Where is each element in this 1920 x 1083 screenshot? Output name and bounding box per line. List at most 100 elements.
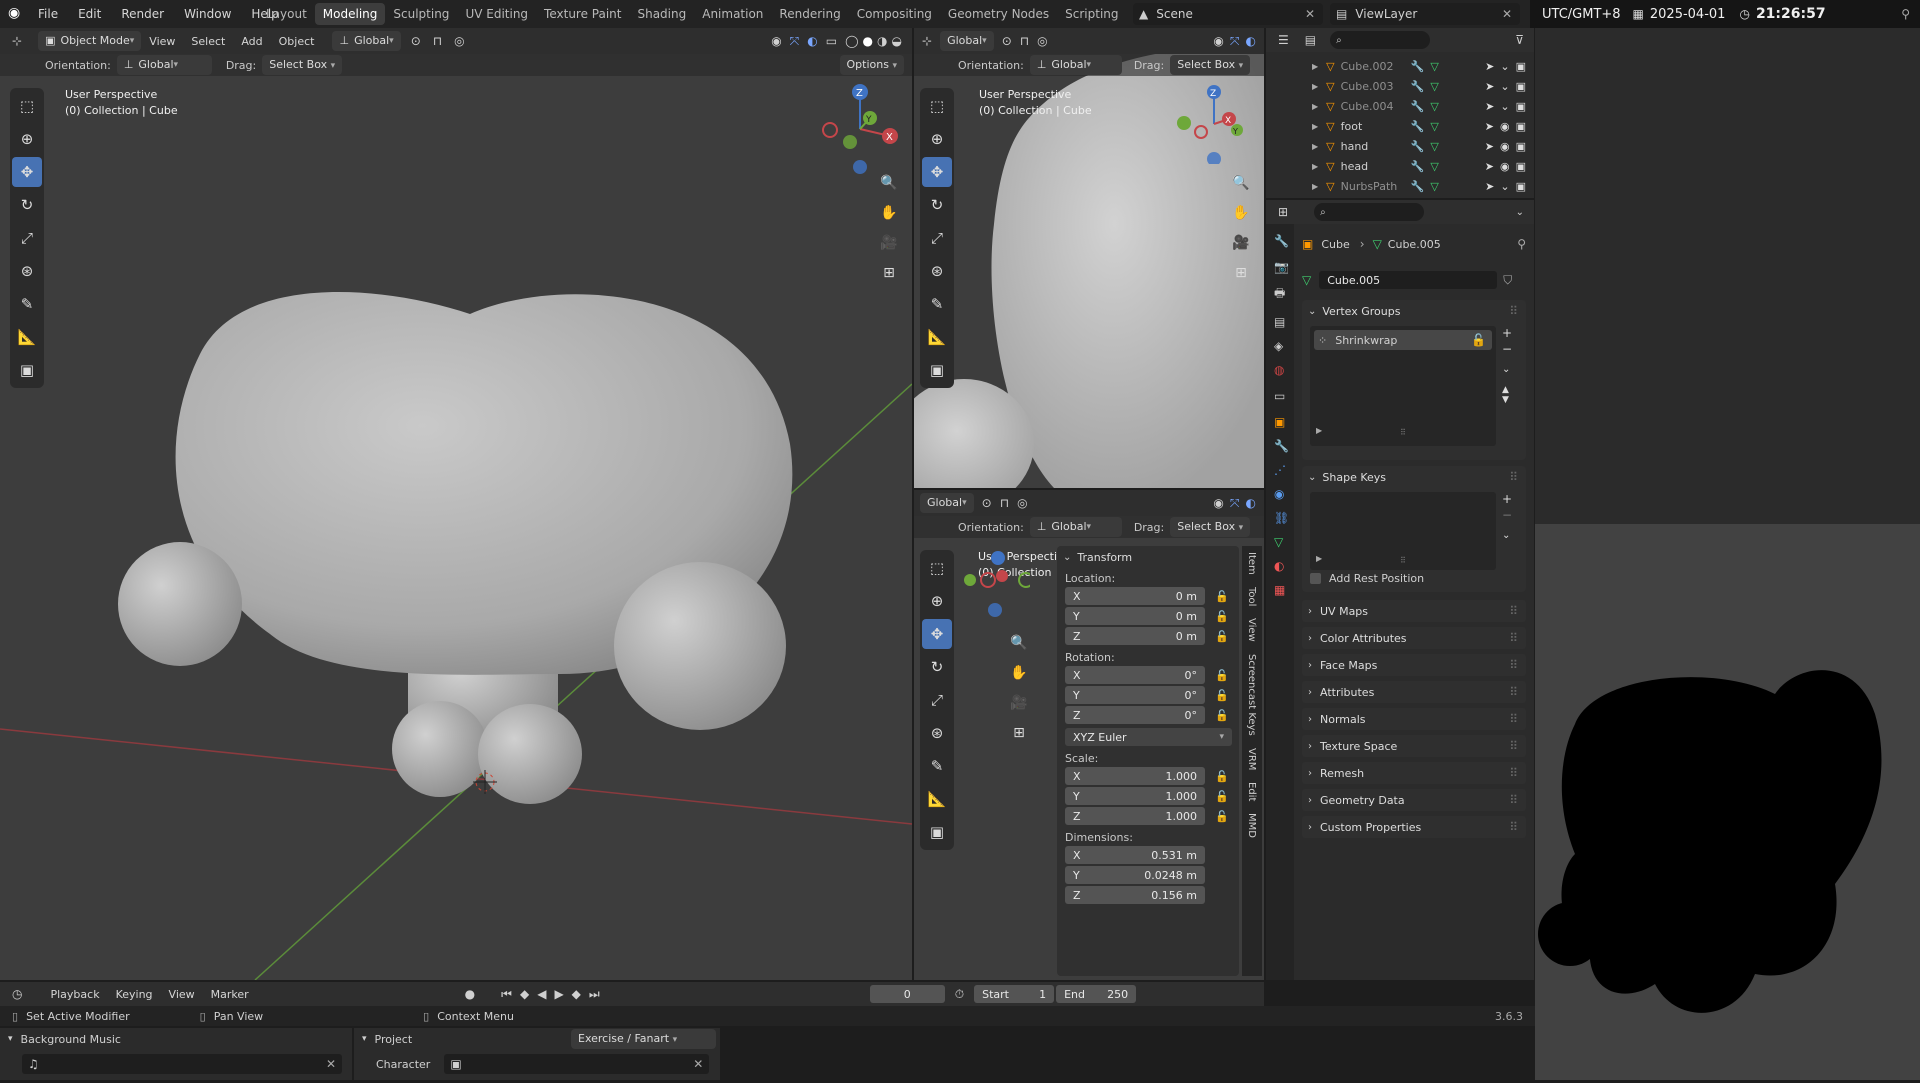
clock-icon[interactable]: ◷ [12,987,22,1001]
menu-view[interactable]: View [161,988,203,1001]
visibility-icon[interactable]: ◉ [771,34,781,48]
property-section[interactable]: › Custom Properties ⠿ [1302,816,1526,838]
select-toggle-icon[interactable]: ➤ [1485,60,1494,73]
rendered-shading-icon[interactable]: ◒ [892,34,902,48]
outliner-item[interactable]: ▶ ▽ Cube.004 🔧 ▽ ➤ ⌄ ▣ [1266,96,1534,116]
measure-tool[interactable]: 📐 [12,322,42,352]
character-field[interactable]: ▣ ✕ [444,1054,710,1074]
pivot-icon[interactable]: ⊙ [982,496,992,510]
physics-tab-icon[interactable]: ◉ [1274,487,1294,501]
drag-handle-icon[interactable]: ⠿ [1509,470,1518,484]
zoom-icon[interactable]: 🔍 [876,170,902,196]
tab-mmd[interactable]: MMD [1246,813,1257,838]
cursor-tool[interactable]: ⊕ [12,124,42,154]
orientation-dropdown[interactable]: ⊥ Global [116,55,212,75]
snap-icon[interactable]: ⊓ [1000,496,1009,510]
start-frame-field[interactable]: Start 1 [974,985,1055,1003]
transform-tool[interactable]: ⊛ [922,256,952,286]
menu-playback[interactable]: Playback [42,988,107,1001]
scene-tab-icon[interactable]: ◈ [1274,339,1294,353]
add-icon[interactable]: + [1502,326,1512,340]
zoom-icon[interactable]: 🔍 [1228,170,1254,196]
proportional-edit-icon[interactable]: ◎ [1037,34,1047,48]
bottom-right-viewport[interactable]: Orientation: ⊥ Global Drag: Select Box U… [914,516,1264,980]
main-viewport[interactable]: User Perspective (0) Collection | Cube ⬚… [0,54,912,980]
navigation-gizmo[interactable] [960,550,1034,620]
menu-add[interactable]: Add [233,35,270,48]
lock-icon[interactable]: 🔓 [1215,590,1229,603]
add-cube-tool[interactable]: ▣ [922,355,952,385]
world-tab-icon[interactable]: ◍ [1274,363,1294,377]
eye-icon[interactable]: ◉ [1500,120,1510,133]
play-reverse-icon[interactable]: ◀ [537,987,546,1001]
rotation-z-field[interactable]: Z 0° [1065,706,1205,724]
mode-selector[interactable]: ▣ Object Mode [38,31,142,51]
transform-tool[interactable]: ⊛ [922,718,952,748]
property-section[interactable]: › Geometry Data ⠿ [1302,789,1526,811]
lock-icon[interactable]: 🔓 [1215,810,1229,823]
tab-animation[interactable]: Animation [694,3,771,25]
prev-keyframe-icon[interactable]: ◆ [520,987,529,1001]
add-icon[interactable]: + [1502,492,1512,506]
tab-texture-paint[interactable]: Texture Paint [536,3,629,25]
expand-icon[interactable]: ▶ [1316,426,1322,435]
grid-icon[interactable]: ⊞ [1228,260,1254,286]
data-name-field[interactable]: Cube.005 [1319,271,1498,289]
overlay-icon[interactable]: ◐ [1246,496,1256,510]
navigation-gizmo[interactable]: Z X Y [815,84,905,174]
expand-icon[interactable]: ▶ [1316,554,1322,563]
scale-tool[interactable]: ⤢ [922,685,952,715]
view-layer-tab-icon[interactable]: ▤ [1274,315,1294,329]
property-section[interactable]: › UV Maps ⠿ [1302,600,1526,622]
visibility-icon[interactable]: ◉ [1213,34,1223,48]
tab-compositing[interactable]: Compositing [849,3,940,25]
property-section[interactable]: › Face Maps ⠿ [1302,654,1526,676]
camera-icon[interactable]: ▣ [1516,80,1526,93]
solid-shading-icon[interactable]: ● [863,34,873,48]
drag-handle-icon[interactable]: ⠿ [1509,304,1518,318]
orientation-dropdown[interactable]: ⊥ Global [1029,55,1122,75]
collection-tab-icon[interactable]: ▭ [1274,389,1294,403]
cursor-tool[interactable]: ⊕ [922,586,952,616]
tab-tool[interactable]: Tool [1246,587,1257,606]
remove-icon[interactable]: − [1502,508,1512,522]
select-box-tool[interactable]: ⬚ [922,553,952,583]
lock-icon[interactable]: 🔓 [1215,610,1229,623]
tab-uv-editing[interactable]: UV Editing [457,3,536,25]
chevron-down-icon[interactable]: ▾ [362,1034,367,1044]
scale-z-field[interactable]: Z 1.000 [1065,807,1205,825]
move-down-icon[interactable]: ▼ [1502,395,1512,405]
transform-tool[interactable]: ⊛ [12,256,42,286]
select-toggle-icon[interactable]: ➤ [1485,120,1494,133]
resize-handle-icon[interactable]: ⠿ [1400,428,1406,437]
xray-icon[interactable]: ▭ [826,34,837,48]
menu-file[interactable]: File [28,7,68,21]
menu-marker[interactable]: Marker [203,988,257,1001]
camera-icon[interactable]: 🎥 [1006,690,1032,716]
chevron-down-icon[interactable]: ⌄ [1502,530,1512,541]
bgm-header[interactable]: ▾ Background Music [0,1028,352,1050]
scene-selector[interactable]: ▲ Scene ✕ [1133,3,1323,25]
top-right-viewport[interactable]: Orientation: ⊥ Global Drag: Select Box U… [914,54,1264,488]
display-mode-icon[interactable]: ▤ [1305,33,1316,47]
eye-icon[interactable]: ◉ [1500,140,1510,153]
expand-icon[interactable]: ▶ [1312,142,1318,151]
close-icon[interactable]: ✕ [1502,7,1512,21]
eye-icon[interactable]: ⌄ [1500,60,1509,73]
tab-sculpting[interactable]: Sculpting [385,3,457,25]
jump-end-icon[interactable]: ⏭ [589,987,600,1002]
menu-select[interactable]: Select [183,35,233,48]
editor-type-icon[interactable]: ⊞ [1278,205,1288,219]
play-icon[interactable]: ▶ [554,987,563,1001]
tab-item[interactable]: Item [1246,552,1257,575]
transform-orientation-selector[interactable]: ⊥ Global [332,31,401,51]
pan-hand-icon[interactable]: ✋ [876,200,902,226]
outliner-search[interactable]: ⌕ [1330,31,1431,49]
lock-icon[interactable]: 🔓 [1215,709,1229,722]
tab-shading[interactable]: Shading [629,3,694,25]
chevron-down-icon[interactable]: ⌄ [1502,364,1512,375]
camera-icon[interactable]: 🎥 [876,230,902,256]
drag-handle-icon[interactable]: ⠿ [1509,793,1518,807]
shape-keys-header[interactable]: ⌄ Shape Keys ⠿ [1302,466,1526,488]
rotate-tool[interactable]: ↻ [922,652,952,682]
